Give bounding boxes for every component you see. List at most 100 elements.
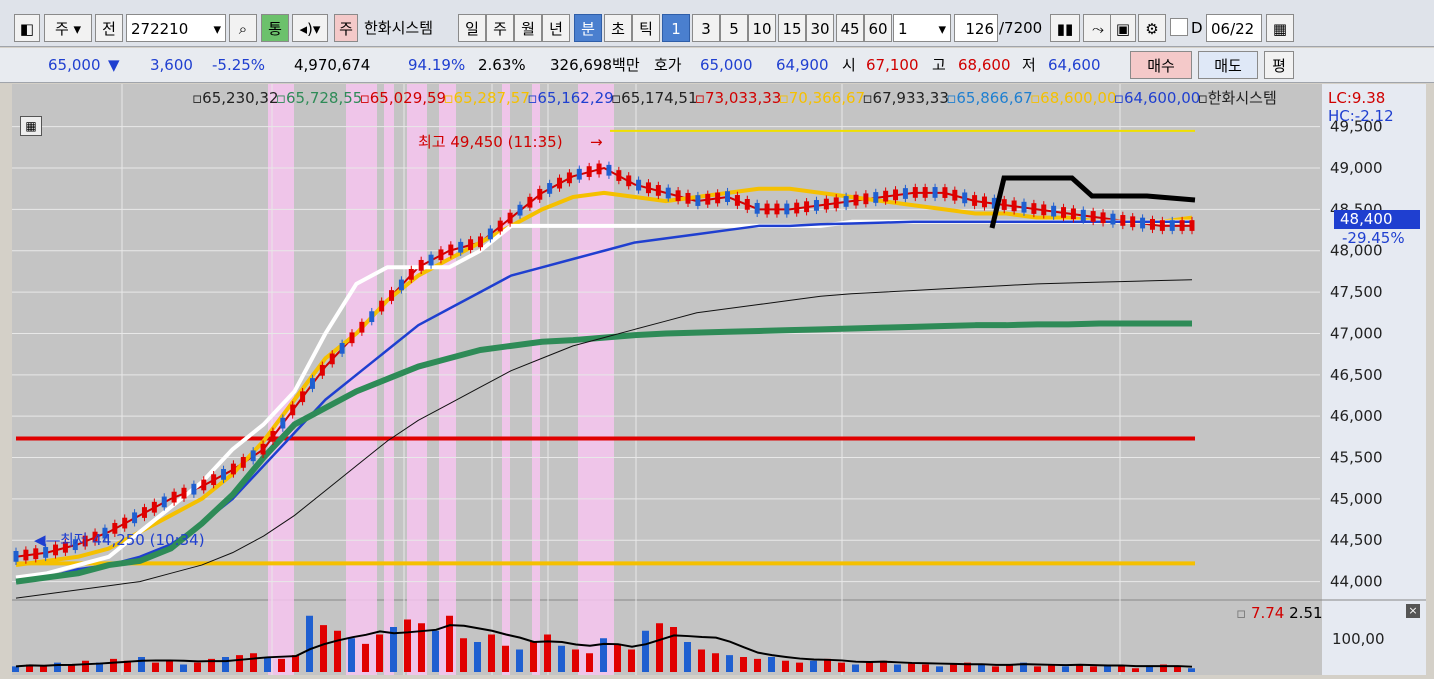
candle-body-117	[1169, 220, 1175, 231]
volume-bar-44	[628, 649, 635, 672]
candle-body-15	[161, 496, 167, 508]
volume-bar-46	[656, 623, 663, 672]
legend-item-11: ▫64,600,00	[1113, 89, 1201, 107]
volume-bar-41	[586, 653, 593, 672]
volume-bar-35	[502, 645, 509, 672]
legend-item-7: ▫70,366,67	[778, 89, 866, 107]
volume-bar-45	[642, 630, 649, 672]
grid-icon[interactable]: ▦	[20, 116, 42, 136]
candle-body-59	[596, 163, 602, 175]
buy-button[interactable]: 매수	[1130, 51, 1192, 79]
volume: 4,970,674	[294, 56, 371, 74]
interval-button-60[interactable]: 60	[864, 14, 892, 42]
candle-body-92	[922, 187, 928, 198]
chart-area[interactable]: 44,000 44,500 45,000 45,500 46,000 46,500 47,0…	[12, 84, 1426, 675]
volume-bar-65	[922, 664, 929, 672]
period-button-5[interactable]: 초	[604, 14, 632, 42]
low-arrow-icon: ◀—	[34, 531, 61, 549]
volume-bar-17	[250, 653, 257, 672]
highlight-band-6	[532, 84, 540, 675]
tong-button[interactable]: 통	[261, 14, 289, 42]
interval-button-3[interactable]: 3	[692, 14, 720, 42]
period-button-1[interactable]: 주	[486, 14, 514, 42]
candle-body-71	[715, 192, 721, 204]
period-button-3[interactable]: 년	[542, 14, 570, 42]
candle-body-114	[1140, 217, 1146, 229]
volume-bar-16	[236, 655, 243, 672]
volume-bar-5	[82, 660, 89, 672]
volume-bar-28	[404, 619, 411, 672]
gear-icon[interactable]: ⚙	[1138, 14, 1166, 42]
volume-bar-81	[1146, 666, 1153, 672]
low-annotation: 최저 44,250 (10:34)	[60, 531, 205, 549]
y-tick-label-3: 45,500	[1330, 449, 1383, 467]
volume-bar-73	[1034, 666, 1041, 672]
interval-button-1[interactable]: 1	[662, 14, 690, 42]
candle-body-68	[685, 192, 691, 204]
candle-body-37	[379, 300, 385, 312]
candle-body-29	[300, 391, 306, 403]
highlight-band-5	[502, 84, 510, 675]
candle-body-73	[734, 195, 740, 206]
line-add-icon[interactable]: ⤳	[1083, 14, 1113, 42]
save-icon[interactable]: ▣	[1110, 14, 1136, 42]
candle-body-24	[250, 450, 256, 462]
candle-body-2	[33, 548, 39, 560]
close-icon[interactable]: ×	[1406, 604, 1420, 618]
volume-bar-32	[460, 638, 467, 672]
chart-background	[12, 84, 1426, 675]
candle-body-107	[1070, 208, 1076, 220]
search-icon[interactable]: ⌕	[229, 14, 257, 42]
count-input[interactable]: 126	[954, 14, 998, 42]
volume-bar-20	[292, 655, 299, 672]
highlight-band-3	[407, 84, 427, 675]
volume-bar-48	[684, 642, 691, 672]
layout-icon[interactable]: ◧	[14, 14, 40, 42]
stock-name: 한화시스템	[364, 19, 434, 37]
stock-code-input[interactable]: 272210 ▾	[126, 14, 226, 42]
volume-bar-53	[754, 658, 761, 672]
volume-bar-69	[978, 664, 985, 672]
interval-button-15[interactable]: 15	[778, 14, 806, 42]
volume-bar-54	[768, 657, 775, 672]
candle-add-icon[interactable]: ▮▮	[1050, 14, 1080, 42]
candle-body-75	[754, 202, 760, 214]
candle-body-98	[981, 196, 987, 208]
multiplier-select[interactable]: 1 ▾	[893, 14, 951, 42]
prev-button[interactable]: 전	[95, 14, 123, 42]
interval-button-45[interactable]: 45	[836, 14, 864, 42]
volume-bar-9	[138, 657, 145, 672]
period-button-4[interactable]: 분	[574, 14, 602, 42]
volume-ratio: 94.19%	[408, 56, 466, 74]
sell-button[interactable]: 매도	[1198, 51, 1258, 79]
interval-button-10[interactable]: 10	[748, 14, 776, 42]
volume-bar-61	[866, 662, 873, 672]
candle-body-31	[319, 364, 325, 376]
y-tick-label-10: 49,000	[1330, 159, 1383, 177]
pyeong-button[interactable]: 평	[1264, 51, 1294, 79]
period-button-6[interactable]: 틱	[632, 14, 660, 42]
candle-body-113	[1130, 216, 1136, 228]
period-button-2[interactable]: 월	[514, 14, 542, 42]
interval-button-30[interactable]: 30	[806, 14, 834, 42]
period-dropdown[interactable]: 주 ▾	[44, 14, 92, 42]
legend-item-1: ▫65,728,55	[275, 89, 363, 107]
price-change: 3,600	[150, 56, 193, 74]
d-label: D	[1191, 19, 1203, 37]
candle-body-52	[527, 196, 533, 208]
candle-body-45	[458, 241, 464, 253]
legend-item-12: ▫한화시스템	[1197, 89, 1277, 107]
speaker-icon[interactable]: ◂)▾	[292, 14, 328, 42]
d-checkbox[interactable]	[1170, 18, 1188, 36]
volume-bar-11	[166, 660, 173, 672]
volume-bar-24	[348, 638, 355, 672]
candle-body-35	[359, 321, 365, 333]
candle-body-84	[843, 196, 849, 207]
interval-button-5[interactable]: 5	[720, 14, 748, 42]
candle-body-16	[171, 491, 177, 503]
date-input[interactable]: 06/22	[1206, 14, 1262, 42]
period-button-0[interactable]: 일	[458, 14, 486, 42]
ju-badge[interactable]: 주	[334, 14, 358, 42]
calendar-icon[interactable]: ▦	[1266, 14, 1294, 42]
candle-body-110	[1100, 212, 1106, 224]
